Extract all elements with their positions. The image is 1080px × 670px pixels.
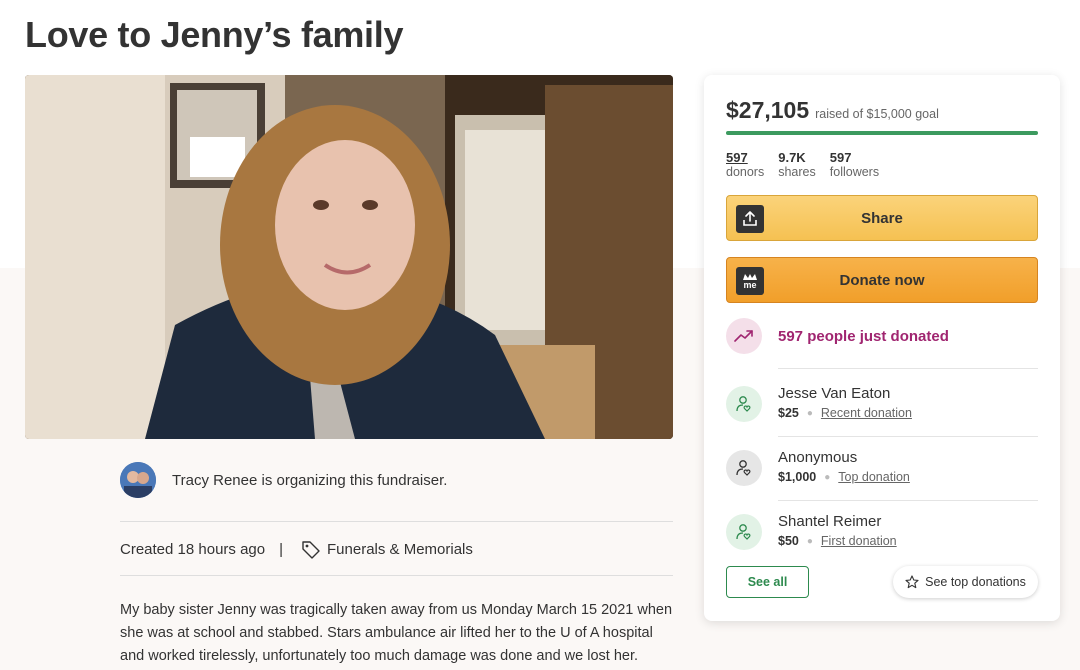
donation-type-link[interactable]: Recent donation: [821, 406, 912, 420]
donation-item: Jesse Van Eaton $25 ● Recent donation: [726, 384, 912, 422]
stat-number: 9.7K: [778, 150, 806, 165]
stat-shares: 9.7K shares: [778, 150, 816, 180]
divider: [778, 500, 1038, 501]
donate-label: Donate now: [839, 271, 925, 289]
donation-type-link[interactable]: Top donation: [838, 470, 910, 484]
raised-summary: $27,105 raised of $15,000 goal: [726, 97, 939, 124]
stat-followers: 597 followers: [830, 150, 879, 180]
divider: [778, 368, 1038, 369]
donor-name: Jesse Van Eaton: [778, 385, 891, 402]
stat-number: 597: [829, 150, 852, 165]
organizer-row: Tracy Renee is organizing this fundraise…: [120, 462, 447, 498]
raised-amount: $27,105: [726, 97, 810, 123]
donation-card: $27,105 raised of $15,000 goal 597 donor…: [704, 75, 1060, 621]
organizer-avatar[interactable]: [120, 462, 156, 498]
organizer-text: Tracy Renee is organizing this fundraise…: [172, 471, 448, 489]
donate-button[interactable]: me Donate now: [726, 257, 1038, 303]
dot-separator: ●: [806, 407, 813, 419]
donation-amount: $25: [778, 406, 799, 420]
share-upload-icon: [736, 205, 764, 233]
stat-number: 597: [726, 150, 748, 165]
stat-label: donors: [726, 165, 765, 179]
donor-name: Anonymous: [778, 449, 858, 466]
progress-fill: [726, 131, 1038, 135]
share-button[interactable]: Share: [726, 195, 1038, 241]
trending-up-icon: [726, 318, 762, 354]
divider: [778, 436, 1038, 437]
category-link[interactable]: Funerals & Memorials: [327, 541, 473, 558]
donor-heart-icon: [726, 514, 762, 550]
dot-separator: ●: [806, 535, 813, 547]
donor-name: Shantel Reimer: [778, 513, 882, 530]
stat-label: shares: [778, 165, 816, 179]
created-time: Created 18 hours ago: [120, 540, 266, 558]
divider: [120, 521, 673, 522]
donor-heart-icon: [726, 450, 762, 486]
recent-activity: 597 people just donated: [726, 318, 949, 354]
donor-heart-icon: [726, 386, 762, 422]
tag-icon: [301, 539, 321, 559]
star-icon: [905, 575, 919, 589]
page-title: Love to Jenny’s family: [25, 14, 404, 55]
see-top-label: See top donations: [925, 575, 1026, 589]
donation-amount: $50: [778, 534, 799, 548]
gofundme-me-icon: me: [736, 267, 764, 295]
donation-amount: $1,000: [778, 470, 817, 484]
donate-icon-text: me: [743, 279, 757, 290]
stats-row: 597 donors 9.7K shares 597 followers: [726, 150, 893, 180]
stat-donors[interactable]: 597 donors: [726, 150, 764, 180]
progress-bar: [726, 131, 1038, 135]
story-text: My baby sister Jenny was tragically take…: [120, 602, 673, 664]
share-label: Share: [861, 209, 903, 227]
see-top-donations-button[interactable]: See top donations: [893, 566, 1038, 598]
fundraiser-photo: [25, 75, 673, 439]
donation-type-link[interactable]: First donation: [821, 534, 897, 548]
fundraiser-meta: Created 18 hours ago | Funerals & Memori…: [120, 539, 473, 559]
see-all-button[interactable]: See all: [726, 566, 809, 598]
donation-item: Anonymous $1,000 ● Top donation: [726, 448, 910, 486]
donation-item: Shantel Reimer $50 ● First donation: [726, 512, 897, 550]
dot-separator: ●: [824, 471, 831, 483]
raised-goal: raised of $15,000 goal: [815, 107, 939, 121]
divider: [120, 575, 673, 576]
trend-text: 597 people just donated: [778, 327, 949, 345]
stat-label: followers: [829, 165, 880, 179]
meta-separator: |: [279, 540, 284, 558]
